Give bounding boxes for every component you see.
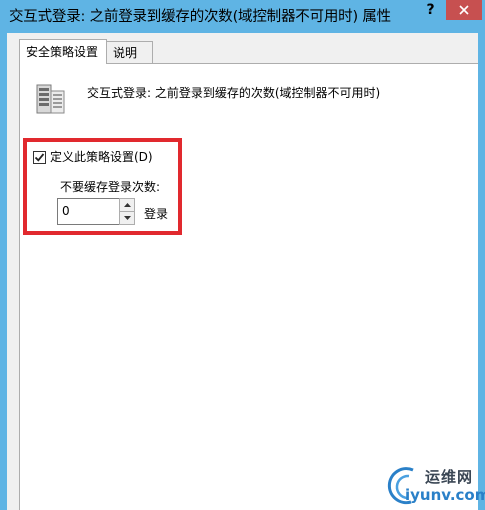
spin-up-button[interactable] [120, 199, 134, 212]
tab-security-policy-setting[interactable]: 安全策略设置 [19, 39, 107, 64]
spin-down-button[interactable] [120, 212, 134, 224]
watermark-name: 运维网 [425, 468, 474, 486]
watermark: 运维网 iyunv.com [383, 462, 485, 508]
title-bar[interactable]: 交互式登录: 之前登录到缓存的次数(域控制器不可用时) 属性 ? [0, 0, 485, 33]
close-button[interactable] [446, 0, 482, 20]
cache-count-spinner [119, 198, 135, 225]
cache-count-input[interactable]: 0 [57, 198, 120, 225]
arrow-up-icon [123, 203, 131, 207]
watermark-domain: iyunv.com [405, 486, 485, 504]
tab-panel: 交互式登录: 之前登录到缓存的次数(域控制器不可用时) 定义此策略设置(D) 不… [19, 63, 478, 510]
define-policy-label[interactable]: 定义此策略设置(D) [50, 148, 153, 165]
close-icon [459, 5, 469, 15]
checkmark-icon [34, 153, 45, 162]
arrow-down-icon [123, 216, 131, 220]
define-policy-checkbox[interactable] [33, 151, 46, 164]
logons-unit-label: 登录 [144, 207, 169, 221]
help-button[interactable]: ? [418, 0, 443, 20]
window-title: 交互式登录: 之前登录到缓存的次数(域控制器不可用时) 属性 [9, 9, 391, 25]
server-policy-icon [36, 84, 65, 114]
tab-explain[interactable]: 说明 [107, 41, 153, 63]
dialog-client-area: 安全策略设置 说明 交互式登录: 之前登录到缓存的次数(域控制器不可用时) 定义… [7, 33, 478, 510]
cache-count-label: 不要缓存登录次数: [60, 180, 161, 194]
policy-title: 交互式登录: 之前登录到缓存的次数(域控制器不可用时) [87, 86, 381, 100]
properties-dialog: 交互式登录: 之前登录到缓存的次数(域控制器不可用时) 属性 ? 安全策略设置 … [0, 0, 485, 510]
